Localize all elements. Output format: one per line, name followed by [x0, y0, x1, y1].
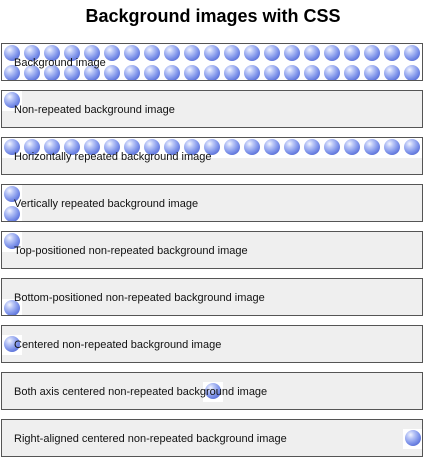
blue-sphere-icon	[384, 45, 400, 61]
box-bottom-positioned: Bottom-positioned non-repeated backgroun…	[1, 278, 423, 316]
blue-sphere-icon	[344, 45, 360, 61]
blue-sphere-icon	[264, 45, 280, 61]
box-label: Bottom-positioned non-repeated backgroun…	[14, 292, 265, 304]
blue-sphere-icon	[224, 139, 240, 155]
blue-sphere-icon	[204, 65, 220, 80]
blue-sphere-icon	[184, 45, 200, 61]
blue-sphere-icon	[204, 45, 220, 61]
box-label: Background image	[14, 57, 106, 69]
blue-sphere-icon	[244, 65, 260, 80]
box-horizontally-repeated: Horizontally repeated background image	[1, 137, 423, 175]
blue-sphere-icon	[364, 65, 380, 80]
blue-sphere-icon	[244, 139, 260, 155]
blue-sphere-icon	[284, 65, 300, 80]
blue-sphere-icon	[324, 65, 340, 80]
blue-sphere-icon	[124, 45, 140, 61]
box-label: Centered non-repeated background image	[14, 339, 222, 351]
blue-sphere-icon	[164, 65, 180, 80]
box-label: Right-aligned centered non-repeated back…	[14, 433, 287, 445]
blue-sphere-icon	[344, 65, 360, 80]
box-top-positioned: Top-positioned non-repeated background i…	[1, 231, 423, 269]
box-label: Vertically repeated background image	[14, 198, 199, 210]
page-title: Background images with CSS	[85, 6, 341, 26]
blue-sphere-icon	[384, 139, 400, 155]
blue-sphere-icon	[404, 65, 420, 80]
blue-sphere-icon	[405, 430, 421, 446]
blue-sphere-icon	[224, 65, 240, 80]
box-label: Both axis centered non-repeated backgrou…	[14, 386, 268, 398]
box-label: Non-repeated background image	[14, 104, 175, 116]
blue-sphere-icon	[304, 139, 320, 155]
blue-sphere-icon	[284, 139, 300, 155]
blue-sphere-icon	[144, 45, 160, 61]
box-background-image: Background image	[1, 43, 423, 81]
blue-sphere-icon	[104, 65, 120, 80]
blue-sphere-icon	[164, 45, 180, 61]
blue-sphere-icon	[124, 65, 140, 80]
blue-sphere-icon	[324, 139, 340, 155]
box-both-axis-centered: Both axis centered non-repeated backgrou…	[1, 372, 423, 410]
blue-sphere-icon	[104, 45, 120, 61]
blue-sphere-icon	[384, 65, 400, 80]
blue-sphere-icon	[144, 65, 160, 80]
blue-sphere-icon	[224, 45, 240, 61]
box-centered: Centered non-repeated background image	[1, 325, 423, 363]
blue-sphere-icon	[404, 139, 420, 155]
blue-sphere-icon	[344, 139, 360, 155]
blue-sphere-icon	[184, 65, 200, 80]
blue-sphere-icon	[364, 139, 380, 155]
blue-sphere-icon	[244, 45, 260, 61]
box-label: Horizontally repeated background image	[14, 151, 212, 163]
blue-sphere-icon	[364, 45, 380, 61]
blue-sphere-icon	[404, 45, 420, 61]
blue-sphere-icon	[304, 65, 320, 80]
box-non-repeated: Non-repeated background image	[1, 90, 423, 128]
blue-sphere-icon	[264, 65, 280, 80]
box-right-aligned-centered: Right-aligned centered non-repeated back…	[1, 419, 423, 457]
box-vertically-repeated: Vertically repeated background image	[1, 184, 423, 222]
box-label: Top-positioned non-repeated background i…	[14, 245, 248, 257]
blue-sphere-icon	[324, 45, 340, 61]
blue-sphere-icon	[264, 139, 280, 155]
blue-sphere-icon	[304, 45, 320, 61]
blue-sphere-icon	[284, 45, 300, 61]
